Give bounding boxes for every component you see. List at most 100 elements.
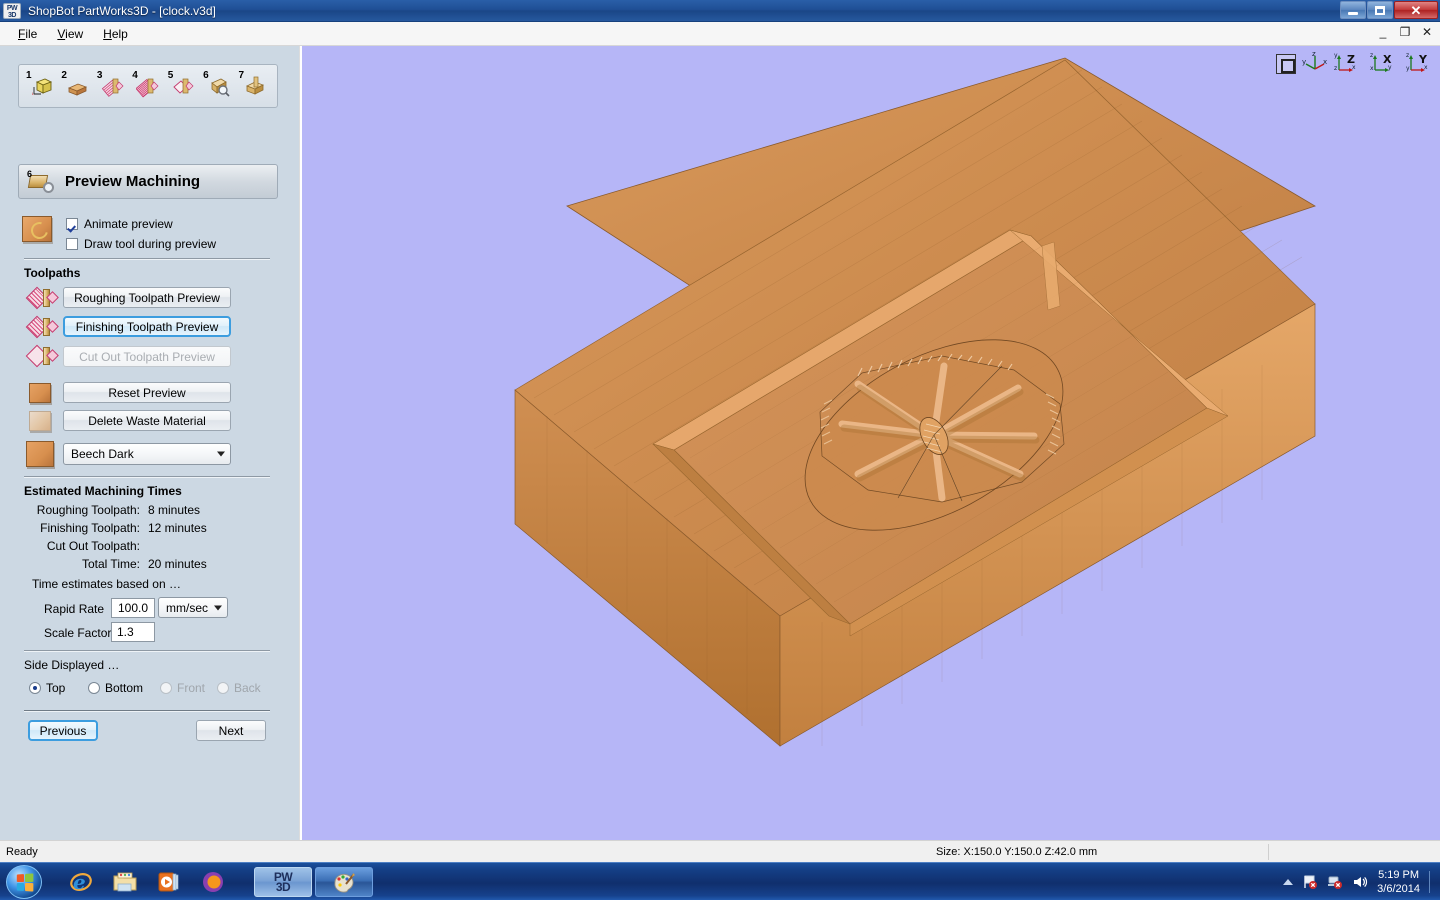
svg-text:y: y: [1406, 65, 1410, 72]
side-back-radio-dot: [217, 682, 229, 694]
side-front-radio: Front: [160, 681, 205, 695]
divider-4: [24, 710, 270, 712]
window-controls: ✕: [1340, 1, 1438, 19]
next-button[interactable]: Next: [196, 720, 266, 741]
table-row: Roughing Toolpath: 8 minutes: [24, 503, 274, 517]
mdi-restore-button[interactable]: ❐: [1398, 25, 1412, 39]
svg-text:z: z: [1334, 65, 1337, 72]
save-toolpath-icon: [246, 76, 265, 95]
rapid-rate-units-select[interactable]: mm/sec: [158, 597, 228, 618]
x-view-button[interactable]: z y x X: [1370, 51, 1400, 77]
delete-waste-material-button[interactable]: Delete Waste Material: [63, 410, 231, 431]
scale-factor-input[interactable]: 1.3: [111, 622, 155, 642]
clock[interactable]: 5:19 PM 3/6/2014: [1377, 868, 1420, 896]
menu-help-label: elp: [111, 26, 128, 41]
mdi-close-button[interactable]: ✕: [1420, 25, 1434, 39]
app-icon: PW 3D: [3, 2, 21, 19]
machining-times-table: Roughing Toolpath: 8 minutes Finishing T…: [24, 503, 274, 575]
wizard-step-1-job-setup[interactable]: 1 L: [25, 69, 58, 103]
divider-1: [24, 258, 270, 260]
view-orientation-widget: z y x y x z Z z y x X z x y Y: [1276, 50, 1436, 78]
windows-explorer-icon[interactable]: [112, 869, 138, 895]
wizard-step-6-number: 6: [203, 70, 209, 81]
status-bar: Ready Size: X:150.0 Y:150.0 Z:42.0 mm: [0, 840, 1440, 862]
panel-icon-magnifier: [43, 181, 54, 193]
side-top-radio[interactable]: Top: [29, 681, 65, 695]
animate-preview-checkbox[interactable]: Animate preview: [66, 217, 173, 231]
finishing-toolpath-row-icon: [25, 315, 59, 341]
mdi-minimize-button[interactable]: _: [1376, 25, 1390, 39]
svg-text:y: y: [1302, 58, 1306, 66]
iso-axis-icon[interactable]: z y x: [1302, 51, 1328, 77]
finishing-toolpath-preview-button[interactable]: Finishing Toolpath Preview: [63, 316, 231, 337]
taskbar: e PW 3D 5:19 PM 3/6/2014: [0, 862, 1440, 900]
next-button-label: Next: [218, 723, 244, 738]
wizard-step-2-number: 2: [61, 70, 67, 81]
svg-text:X: X: [1383, 53, 1392, 66]
table-row: Total Time: 20 minutes: [24, 557, 274, 571]
cutout-toolpath-row-icon: [25, 344, 59, 370]
cutout-toolpath-preview-label: Cut Out Toolpath Preview: [79, 349, 215, 364]
animate-preview-checkbox-box: [66, 218, 78, 230]
quick-launch: e: [68, 869, 226, 895]
animate-preview-label: Animate preview: [84, 217, 173, 231]
delete-waste-icon: [29, 411, 51, 431]
wizard-step-2-import-model[interactable]: 2: [60, 69, 93, 103]
material-select-value: Beech Dark: [71, 447, 134, 461]
panel-step-number: 6: [27, 168, 33, 179]
menu-view[interactable]: View: [47, 24, 93, 44]
cutout-time-label: Cut Out Toolpath:: [46, 539, 140, 553]
wizard-step-3-number: 3: [96, 70, 103, 81]
wizard-step-4-finishing-toolpath[interactable]: 4: [131, 69, 164, 103]
animate-preview-icon: [22, 216, 52, 242]
wizard-step-7-save-toolpaths[interactable]: 7: [238, 69, 271, 103]
menu-file[interactable]: File: [8, 24, 47, 44]
partworks3d-task[interactable]: PW 3D: [254, 866, 312, 897]
chevron-down-icon: [217, 451, 225, 457]
roughing-toolpath-preview-button[interactable]: Roughing Toolpath Preview: [63, 287, 231, 308]
reset-preview-label: Reset Preview: [108, 385, 186, 400]
z-view-button[interactable]: y x z Z: [1334, 51, 1364, 77]
preview-machining-icon: 6: [27, 169, 55, 195]
minimize-button[interactable]: [1340, 1, 1366, 19]
menu-help[interactable]: Help: [93, 24, 138, 44]
firefox-icon[interactable]: [200, 869, 226, 895]
start-orb[interactable]: [6, 864, 42, 899]
wizard-step-6-preview-machining[interactable]: 6: [202, 69, 235, 103]
reset-preview-button[interactable]: Reset Preview: [63, 382, 231, 403]
sidebar-panel: 1 L 2 3 4 5 6 7 6 Preview Machining Anim…: [0, 46, 300, 840]
app-icon-line1: PW: [6, 4, 18, 12]
cube-icon: L: [32, 78, 52, 96]
network-icon[interactable]: [1327, 874, 1343, 890]
windows-media-player-icon[interactable]: [156, 869, 182, 895]
volume-icon[interactable]: [1352, 874, 1368, 890]
rapid-rate-input[interactable]: 100.0: [111, 598, 155, 618]
maximize-button[interactable]: [1367, 1, 1393, 19]
material-select[interactable]: Beech Dark: [63, 443, 231, 465]
previous-button[interactable]: Previous: [28, 720, 98, 741]
window-title: ShopBot PartWorks3D - [clock.v3d]: [28, 3, 216, 18]
wizard-step-toolbar: 1 L 2 3 4 5 6 7: [18, 64, 278, 108]
side-front-label: Front: [177, 681, 206, 695]
wizard-step-3-roughing-toolpath[interactable]: 3: [96, 69, 129, 103]
close-button[interactable]: ✕: [1394, 1, 1438, 19]
show-hidden-icons-arrow[interactable]: [1283, 879, 1294, 885]
wizard-step-5-cutout-toolpath[interactable]: 5: [167, 69, 200, 103]
windows-flag-icon: [16, 872, 34, 892]
show-desktop-divider[interactable]: [1429, 871, 1430, 893]
iso-view-button[interactable]: [1276, 54, 1296, 74]
side-bottom-radio[interactable]: Bottom: [88, 681, 143, 695]
draw-tool-checkbox[interactable]: Draw tool during preview: [66, 237, 216, 251]
rapid-rate-value: 100.0: [117, 601, 149, 615]
internet-explorer-icon[interactable]: e: [68, 869, 94, 895]
side-displayed-label: Side Displayed …: [24, 658, 120, 672]
svg-text:z: z: [1370, 52, 1373, 59]
task-buttons: PW 3D: [254, 866, 373, 897]
partworks3d-task-line2: 3D: [275, 879, 291, 894]
paint-task[interactable]: [315, 866, 373, 897]
y-view-button[interactable]: z x y Y: [1406, 51, 1436, 77]
window-titlebar: PW 3D ShopBot PartWorks3D - [clock.v3d] …: [0, 0, 1440, 22]
side-back-label: Back: [234, 681, 261, 695]
action-center-flag-icon[interactable]: [1302, 874, 1318, 890]
3d-viewport[interactable]: z y x y x z Z z y x X z x y Y: [302, 46, 1440, 840]
